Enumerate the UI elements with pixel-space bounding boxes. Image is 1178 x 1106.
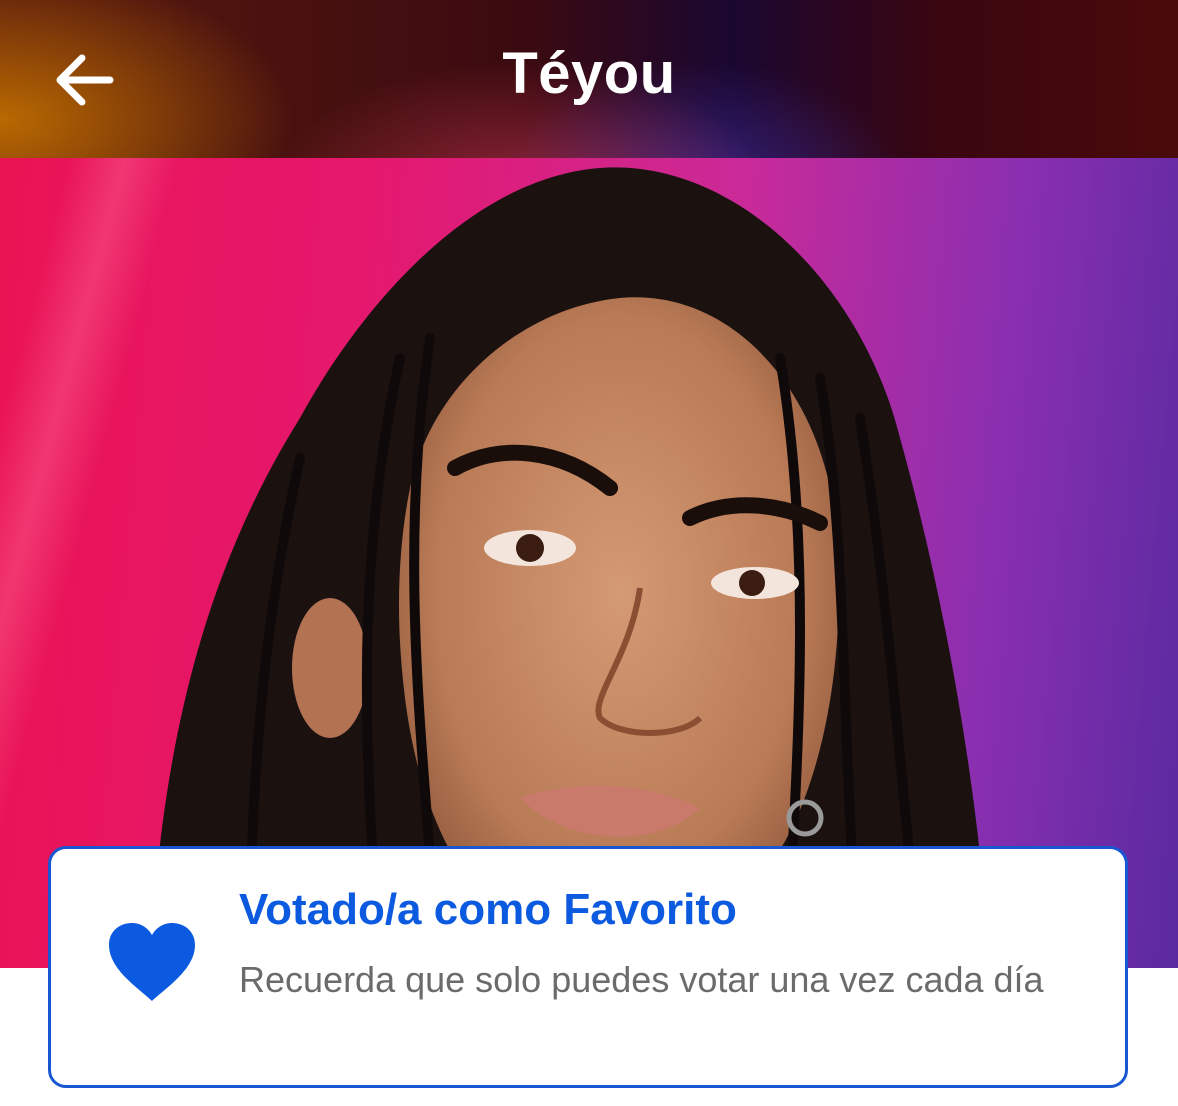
vote-confirmation-card: Votado/a como Favorito Recuerda que solo…: [48, 846, 1128, 1088]
vote-confirmation-message: Recuerda que solo puedes votar una vez c…: [239, 959, 1044, 1000]
heart-icon: [109, 923, 195, 1001]
page-title: Téyou: [502, 41, 676, 106]
vote-confirmation-title: Votado/a como Favorito: [239, 885, 737, 934]
app-header: Téyou: [0, 0, 1178, 158]
